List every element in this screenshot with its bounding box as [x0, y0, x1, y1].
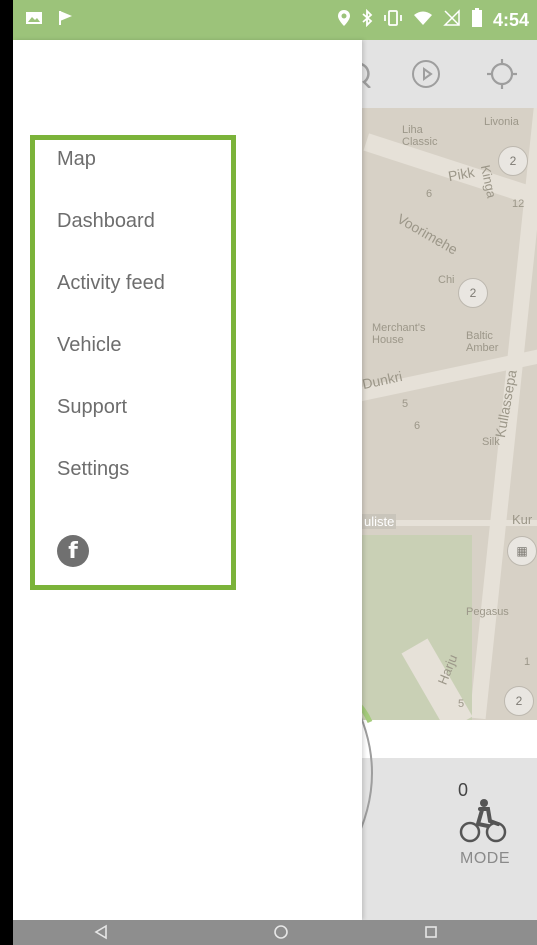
status-time: 4:54	[492, 10, 529, 30]
map-label: Voorimehe	[394, 210, 461, 258]
bicycle-icon[interactable]	[458, 794, 508, 854]
play-icon[interactable]	[412, 60, 440, 88]
highlight-box: Map Dashboard Activity feed Vehicle Supp…	[30, 135, 236, 590]
back-icon[interactable]	[93, 924, 109, 943]
map-label: uliste	[362, 514, 397, 529]
mode-panel: 0 MODE	[352, 698, 537, 920]
map-view[interactable]: Livonia Liha Classic Pikk Kinga Voorimeh…	[362, 40, 537, 720]
flag-icon	[57, 9, 75, 33]
map-label: Kinga	[477, 163, 500, 200]
search-icon[interactable]	[362, 58, 376, 93]
left-edge	[0, 0, 13, 945]
map-label: Chi	[438, 274, 455, 286]
home-icon[interactable]	[273, 924, 289, 943]
map-toolbar	[362, 40, 537, 108]
status-bar: 4:54	[13, 0, 537, 40]
wifi-icon	[413, 9, 433, 32]
map-label: Pegasus	[466, 606, 509, 618]
menu-item-activity-feed[interactable]: Activity feed	[57, 272, 165, 295]
mode-label[interactable]: MODE	[460, 850, 510, 868]
map-label: Livonia	[484, 116, 519, 128]
poi-pin-icon[interactable]: 2	[498, 146, 528, 176]
map-label: Baltic Amber	[466, 330, 499, 354]
menu-item-vehicle[interactable]: Vehicle	[57, 334, 122, 357]
map-label: 6	[414, 420, 421, 432]
recents-icon[interactable]	[423, 924, 439, 943]
map-label: Kur	[512, 512, 533, 527]
nav-bar-edge	[0, 920, 13, 945]
bluetooth-icon	[361, 8, 373, 32]
map-label: 6	[426, 188, 433, 200]
map-label: 12	[512, 198, 525, 210]
image-icon	[25, 9, 43, 33]
museum-pin-icon[interactable]: ▦	[507, 536, 537, 566]
vibrate-icon	[383, 9, 403, 32]
navigation-drawer: Map Dashboard Activity feed Vehicle Supp…	[13, 40, 362, 920]
restaurant-pin-icon[interactable]: 2	[458, 278, 488, 308]
facebook-icon[interactable]: f	[57, 535, 89, 567]
screen: 4:54 Livonia Liha Classic Pikk Kinga Voo…	[0, 0, 537, 945]
map-label: 1	[524, 656, 531, 668]
menu-item-support[interactable]: Support	[57, 396, 127, 419]
target-icon[interactable]	[486, 58, 518, 95]
menu-item-settings[interactable]: Settings	[57, 458, 129, 481]
location-icon	[337, 9, 351, 32]
map-label: Liha Classic	[402, 124, 438, 148]
shop-pin-icon[interactable]: 2	[504, 686, 534, 716]
map-label: 5	[458, 698, 465, 710]
map-label: 5	[402, 398, 409, 410]
system-nav-bar	[13, 920, 537, 945]
map-label: Silk	[482, 436, 500, 448]
battery-icon	[471, 8, 483, 33]
menu-item-map[interactable]: Map	[57, 148, 96, 171]
map-label: Merchant's House	[372, 322, 426, 346]
menu-item-dashboard[interactable]: Dashboard	[57, 210, 155, 233]
no-sim-icon	[443, 9, 461, 32]
